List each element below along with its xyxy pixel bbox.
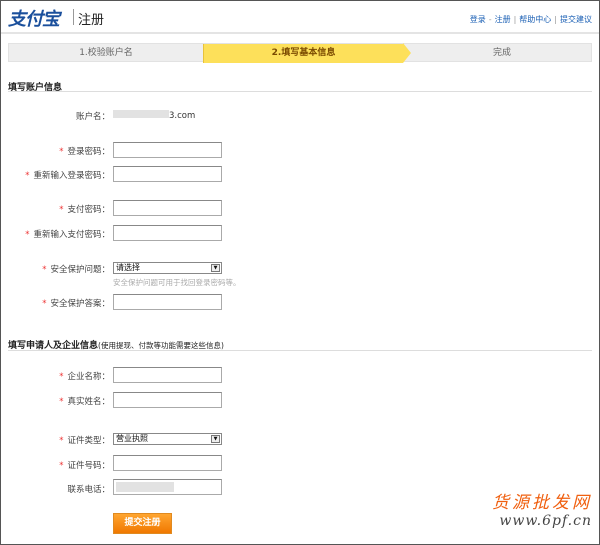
account-name-label: 账户名： [75,112,110,122]
security-hint: 安全保护问题可用于找回登录密码等。 [113,278,241,287]
phone-input[interactable] [113,479,222,495]
chevron-down-icon: ▼ [211,264,220,272]
phone-label: 联系电话： [67,485,110,495]
pay-password-confirm-input[interactable] [113,225,222,241]
divider [73,9,74,25]
page-title: 注册 [78,13,105,28]
help-center-link[interactable]: 帮助中心 [519,15,551,24]
real-name-input[interactable] [113,392,222,408]
company-name-label: * 企业名称： [59,372,110,382]
id-number-label: * 证件号码： [59,461,110,471]
header-divider [1,32,599,34]
register-link[interactable]: 注册 [495,15,511,24]
login-link[interactable]: 登录 [470,15,486,24]
step-complete: 完成 [492,48,511,58]
step-verify-account: 1.校验账户名 [79,48,133,58]
security-question-select[interactable]: 请选择 ▼ [113,262,222,274]
account-name-value: 3.com [113,110,195,121]
company-name-input[interactable] [113,367,222,383]
watermark-text: 货源批发网 [492,493,592,513]
id-number-input[interactable] [113,455,222,471]
pay-password-label: * 支付密码： [59,205,110,215]
login-password-confirm-label: * 重新输入登录密码： [25,171,110,181]
pay-password-confirm-label: * 重新输入支付密码： [25,230,110,240]
security-question-label: * 安全保护问题： [42,265,110,275]
submit-register-button[interactable]: 提交注册 [113,513,172,534]
watermark-url: www.6pf.cn [499,513,592,529]
section-divider [8,91,592,92]
section-divider [8,350,592,351]
top-links: 登录 - 注册 | 帮助中心 | 提交建议 [469,15,592,24]
security-answer-label: * 安全保护答案： [42,299,110,309]
progress-steps: 1.校验账户名 2.填写基本信息 完成 [8,43,592,63]
login-password-label: * 登录密码： [59,147,110,157]
feedback-link[interactable]: 提交建议 [560,15,592,24]
login-password-confirm-input[interactable] [113,166,222,182]
alipay-logo[interactable]: 支付宝 [8,5,60,31]
login-password-input[interactable] [113,142,222,158]
chevron-down-icon: ▼ [211,435,220,443]
pay-password-input[interactable] [113,200,222,216]
step-basic-info: 2.填写基本信息 [203,44,403,63]
id-type-label: * 证件类型： [59,436,110,446]
real-name-label: * 真实姓名： [59,397,110,407]
security-answer-input[interactable] [113,294,222,310]
step-arrow [403,43,411,63]
id-type-select[interactable]: 营业执照 ▼ [113,433,222,445]
